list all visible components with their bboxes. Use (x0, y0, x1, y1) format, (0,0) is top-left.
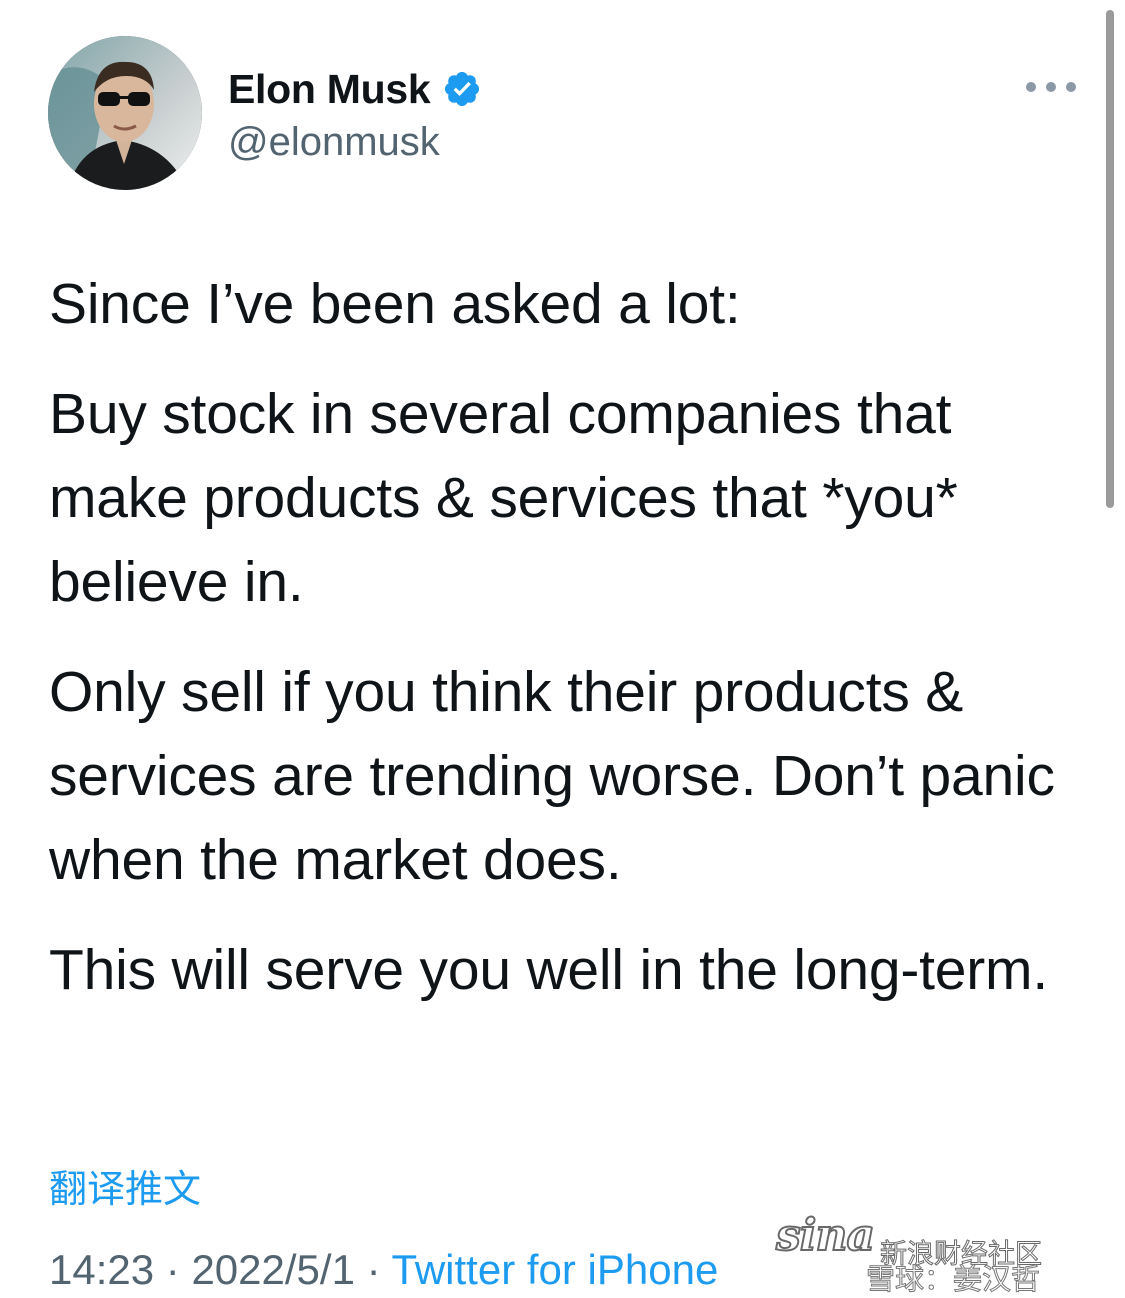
scrollbar[interactable] (1106, 10, 1114, 508)
tweet-meta: 14:23 · 2022/5/1 · Twitter for iPhone (49, 1246, 718, 1294)
tweet-source-link[interactable]: Twitter for iPhone (392, 1246, 719, 1293)
verified-badge-icon (442, 69, 482, 109)
dot (1026, 82, 1036, 92)
author-name-row[interactable]: Elon Musk (228, 64, 482, 114)
separator: · (354, 1246, 392, 1293)
tweet-paragraph: Since I’ve been asked a lot: (49, 272, 741, 336)
tweet-date[interactable]: 2022/5/1 (191, 1246, 355, 1293)
user-handle[interactable]: @elonmusk (228, 120, 440, 165)
watermark-line2: 雪球：姜汉哲 (865, 1262, 1041, 1297)
avatar[interactable] (48, 36, 202, 190)
tweet-paragraph: Only sell if you think their products & … (49, 660, 1055, 892)
tweet-paragraph: This will serve you well in the long-ter… (49, 938, 1048, 1002)
display-name[interactable]: Elon Musk (228, 66, 431, 113)
dot (1046, 82, 1056, 92)
tweet-text: Since I’ve been asked a lot: Buy stock i… (49, 262, 1099, 1038)
sina-logo: sina (775, 1209, 876, 1262)
more-horizontal-icon[interactable] (1026, 72, 1076, 102)
separator: · (154, 1246, 192, 1293)
tweet-paragraph: Buy stock in several companies that make… (49, 382, 958, 614)
tweet-screen: Elon Musk @elonmusk Since I’ve been aske… (0, 0, 1125, 1298)
translate-tweet-link[interactable]: 翻译推文 (49, 1158, 201, 1213)
profile-photo-icon (48, 36, 202, 190)
watermark: sina 新浪财经社区 雪球：姜汉哲 (775, 1204, 1096, 1297)
tweet-time: 14:23 (49, 1246, 155, 1293)
dot (1066, 82, 1076, 92)
